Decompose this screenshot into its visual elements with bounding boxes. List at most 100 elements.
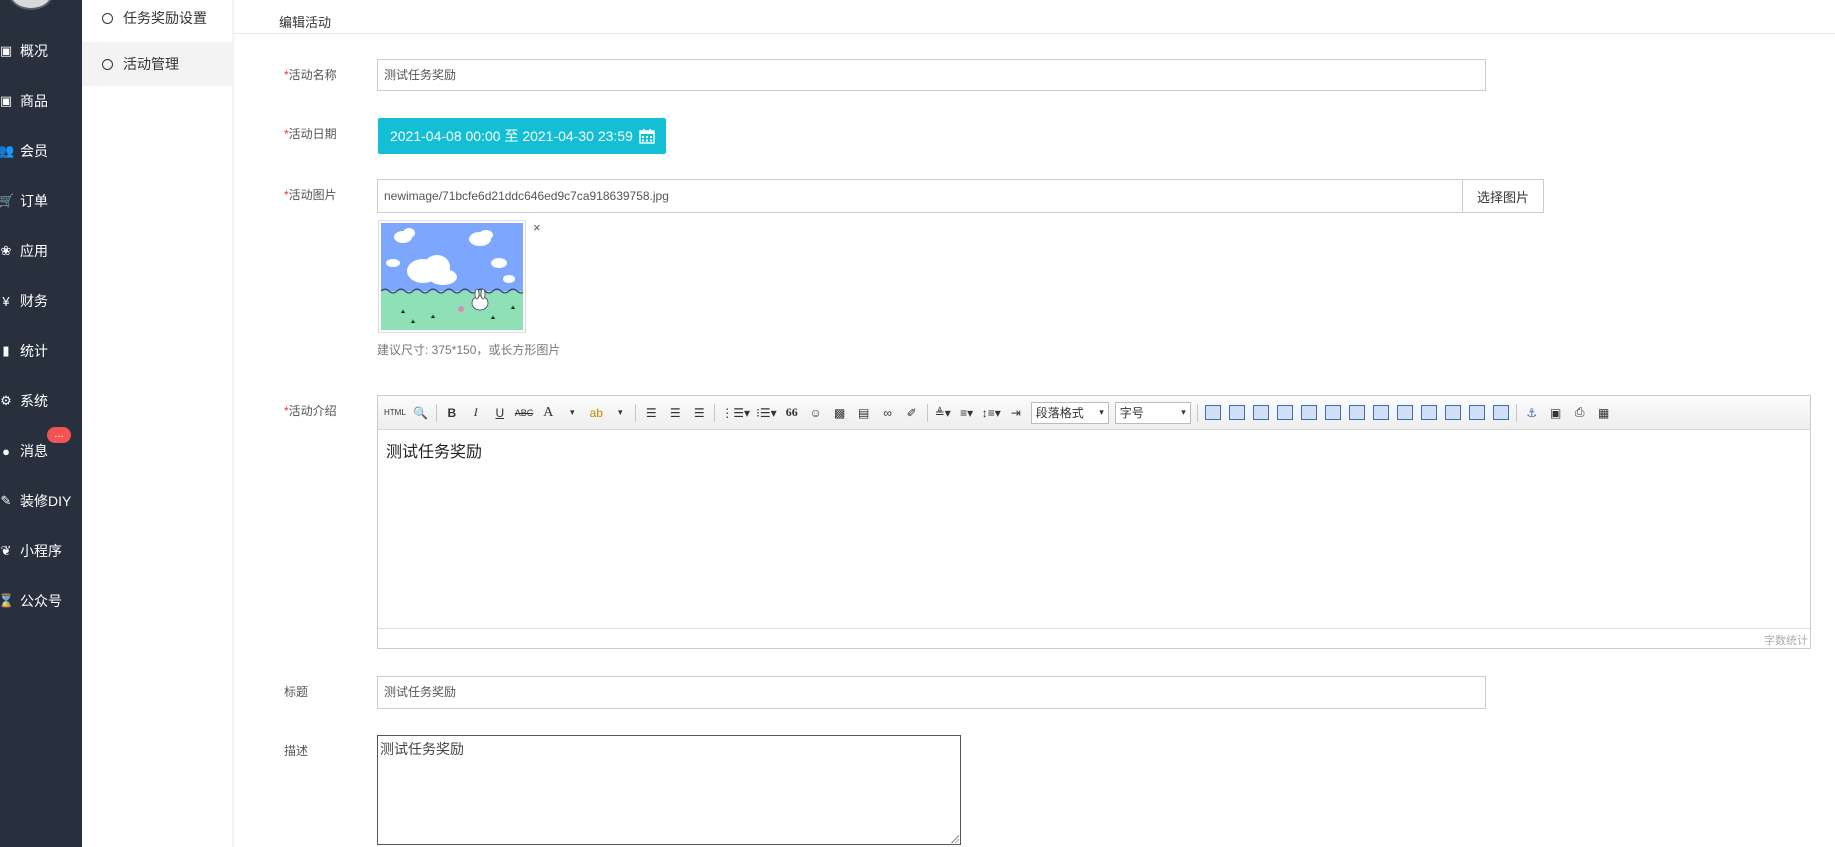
activity-name-input[interactable]: 测试任务奖励: [377, 59, 1486, 91]
split-cells-icon[interactable]: [1444, 405, 1461, 420]
table-caption-icon[interactable]: [1252, 405, 1269, 420]
title-label: 标题: [284, 685, 309, 699]
merge-down-icon[interactable]: [1420, 405, 1437, 420]
insert-image-icon[interactable]: ▩: [831, 404, 849, 422]
goods-icon: ▣: [0, 93, 13, 108]
dropdown-arrow-icon: ▾: [1181, 407, 1186, 417]
align-left-icon[interactable]: ☰: [642, 404, 660, 422]
editor-toolbar: HTML 🔍 B I U ABC A ▾ ab ▾ ☰ ☰ ☰ ⋮☰▾ ⁝☰▾ …: [378, 396, 1810, 430]
image-path-input[interactable]: newimage/71bcfe6d21ddc646ed9c7ca91863975…: [377, 179, 1463, 213]
unordered-list-icon[interactable]: ⁝☰▾: [756, 404, 777, 422]
description-label: 描述: [284, 744, 309, 758]
align-right-icon[interactable]: ☰: [690, 404, 708, 422]
underline-button[interactable]: U: [491, 404, 509, 422]
nav-item-messages[interactable]: ● 消息: [0, 437, 82, 465]
choose-image-button[interactable]: 选择图片: [1462, 179, 1544, 213]
nav-item-system[interactable]: ⚙ 系统: [0, 387, 82, 415]
insert-video-icon[interactable]: ▤: [855, 404, 873, 422]
users-icon: 👥: [0, 143, 15, 158]
gears-icon: ⚙: [0, 393, 12, 408]
anchor-icon[interactable]: ⚓: [1523, 404, 1541, 422]
nav-item-diy[interactable]: ✎ 装修DIY: [0, 487, 82, 515]
toolbar-divider: [435, 403, 437, 422]
indent-icon[interactable]: ⇥: [1007, 404, 1025, 422]
page-header: [234, 0, 1835, 34]
split-cols-icon[interactable]: [1492, 405, 1509, 420]
font-size-value: 字号: [1119, 406, 1144, 420]
bold-button[interactable]: B: [443, 404, 461, 422]
paragraph-format-select[interactable]: 段落格式 ▾: [1030, 401, 1109, 424]
date-range-value: 2021-04-08 00:00 至 2021-04-30 23:59: [390, 128, 633, 144]
insert-table-icon[interactable]: [1204, 405, 1221, 420]
italic-button[interactable]: I: [467, 404, 485, 422]
merge-right-icon[interactable]: [1396, 405, 1413, 420]
preview-icon[interactable]: 🔍: [412, 404, 430, 422]
insert-col-icon[interactable]: [1324, 405, 1341, 420]
nav-item-orders[interactable]: 🛒 订单: [0, 187, 82, 215]
dropdown-arrow-icon[interactable]: ▾: [611, 404, 629, 422]
merge-cells-icon[interactable]: [1372, 405, 1389, 420]
paste-icon[interactable]: ▦: [1595, 404, 1613, 422]
print-icon[interactable]: ⎙: [1571, 404, 1589, 422]
nav-item-label: 装修DIY: [20, 493, 72, 509]
font-size-select[interactable]: 字号 ▾: [1114, 401, 1191, 424]
activity-image-label: *活动图片: [284, 188, 337, 202]
subnav-item-label: 活动管理: [123, 56, 179, 72]
link-icon[interactable]: ∞: [879, 404, 897, 422]
toolbar-divider: [635, 403, 637, 422]
delete-table-icon[interactable]: [1228, 405, 1245, 420]
editor-content[interactable]: 测试任务奖励: [386, 438, 482, 462]
circle-icon: [102, 58, 113, 70]
nav-item-goods[interactable]: ▣ 商品: [0, 87, 82, 115]
subnav-item-label: 任务奖励设置: [123, 10, 207, 26]
sub-nav: 任务奖励设置 活动管理: [82, 0, 233, 847]
nav-item-label: 商品: [20, 93, 48, 109]
page-title: 编辑活动: [279, 15, 332, 30]
html-source-button[interactable]: HTML: [384, 404, 406, 422]
delete-col-icon[interactable]: [1348, 405, 1365, 420]
split-rows-icon[interactable]: [1468, 405, 1485, 420]
nav-item-finance[interactable]: ¥ 财务: [0, 287, 82, 315]
subnav-item-activity-manage[interactable]: 活动管理: [82, 42, 232, 86]
dropdown-arrow-icon[interactable]: ▾: [563, 404, 581, 422]
message-badge: ...: [47, 427, 71, 443]
ordered-list-icon[interactable]: ⋮☰▾: [721, 404, 750, 422]
row-spacing-top-icon[interactable]: ≜▾: [934, 404, 952, 422]
activity-date-picker[interactable]: 2021-04-08 00:00 至 2021-04-30 23:59: [378, 118, 666, 154]
insert-row-icon[interactable]: [1276, 405, 1293, 420]
title-input[interactable]: 测试任务奖励: [377, 676, 1486, 709]
hammer-icon: ✎: [0, 493, 12, 508]
apps-icon: ❀: [0, 243, 12, 258]
nav-item-members[interactable]: 👥 会员: [0, 137, 82, 165]
description-textarea[interactable]: 测试任务奖励: [377, 735, 961, 845]
font-color-button[interactable]: A: [539, 404, 557, 422]
resize-handle-icon[interactable]: [950, 834, 959, 843]
nav-item-label: 财务: [20, 293, 48, 309]
align-center-icon[interactable]: ☰: [666, 404, 684, 422]
delete-row-icon[interactable]: [1300, 405, 1317, 420]
eraser-icon[interactable]: ✐: [903, 404, 921, 422]
emoji-icon[interactable]: ☺: [807, 404, 825, 422]
inbox-icon: ▣: [0, 43, 13, 58]
highlight-icon[interactable]: ab: [587, 404, 605, 422]
dropdown-arrow-icon: ▾: [1099, 407, 1104, 417]
toolbar-divider: [1196, 403, 1198, 422]
avatar[interactable]: [8, 0, 54, 10]
activity-intro-label: *活动介绍: [284, 404, 337, 418]
nav-item-apps[interactable]: ❀ 应用: [0, 237, 82, 265]
hourglass-icon: ⌛: [0, 593, 15, 608]
nav-item-miniprogram[interactable]: ❦ 小程序: [0, 537, 82, 565]
nav-item-official-account[interactable]: ⌛ 公众号: [0, 587, 82, 615]
toolbar-divider: [926, 403, 928, 422]
blockquote-button[interactable]: 66: [783, 404, 801, 422]
insert-image-alt-icon[interactable]: ▣: [1547, 404, 1565, 422]
line-height-icon[interactable]: ↕≡▾: [982, 404, 1001, 422]
nav-item-overview[interactable]: ▣ 概况: [0, 37, 82, 65]
subnav-item-task-reward[interactable]: 任务奖励设置: [82, 0, 232, 40]
row-spacing-bottom-icon[interactable]: ≡▾: [958, 404, 976, 422]
rich-text-editor[interactable]: HTML 🔍 B I U ABC A ▾ ab ▾ ☰ ☰ ☰ ⋮☰▾ ⁝☰▾ …: [377, 395, 1811, 649]
strikethrough-button[interactable]: ABC: [515, 404, 534, 422]
nav-item-label: 应用: [20, 243, 48, 259]
remove-image-button[interactable]: ×: [533, 220, 541, 235]
nav-item-stats[interactable]: ▮ 统计: [0, 337, 82, 365]
